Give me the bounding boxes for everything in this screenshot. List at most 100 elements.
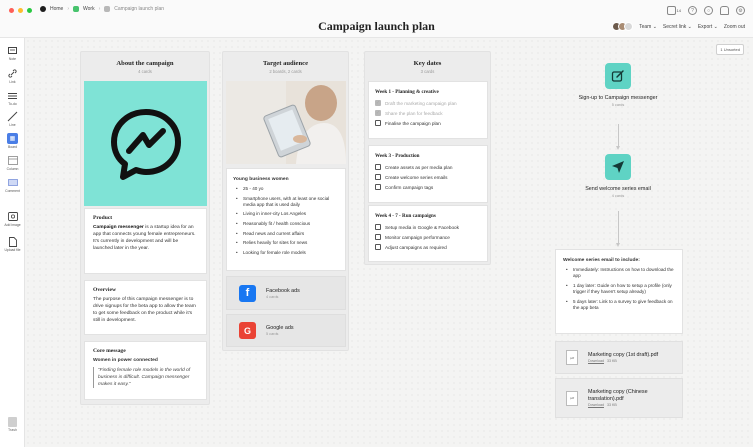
welcome-email-card[interactable]: Welcome series email to include: Immedia…: [555, 249, 683, 334]
tool-line[interactable]: Line: [0, 111, 25, 127]
search-icon[interactable]: ○: [704, 6, 713, 15]
board-count: 5 cards: [266, 332, 279, 336]
checkbox[interactable]: [375, 234, 381, 241]
signup-board[interactable]: [605, 63, 631, 89]
team-avatars[interactable]: [612, 22, 634, 31]
signup-board-label[interactable]: Sign-up to Campaign messenger 5 cards: [575, 95, 661, 108]
secret-link-label: Secret link: [662, 23, 687, 30]
maximize-window-button[interactable]: [27, 8, 32, 13]
product-card[interactable]: Product Campaign messenger is a startup …: [84, 208, 207, 274]
zoom-out-button[interactable]: Zoom out: [724, 24, 745, 30]
secret-link-button[interactable]: Secret link ⌄: [663, 24, 692, 30]
todo-item[interactable]: Monitor campaign performance: [375, 234, 481, 241]
tool-upload-file[interactable]: Upload file: [0, 236, 25, 252]
breadcrumb-current[interactable]: Campaign launch plan: [114, 6, 164, 12]
board-count: 4 cards: [266, 294, 279, 299]
chevron-down-icon: ⌄: [652, 23, 657, 30]
team-button[interactable]: Team ⌄: [639, 24, 657, 30]
board-name: Send welcome series email: [585, 186, 651, 192]
todo-item[interactable]: Finalise the campaign plan: [375, 120, 481, 127]
download-link[interactable]: Download: [588, 359, 604, 363]
list-item: Read news and current affairs: [233, 231, 339, 237]
file-card[interactable]: pdf Marketing copy (Chinese translation)…: [555, 378, 683, 418]
audience-photo[interactable]: [226, 81, 346, 164]
checkbox[interactable]: [375, 174, 381, 181]
checkbox[interactable]: [375, 120, 381, 127]
column-header: Key dates 3 cards: [365, 52, 490, 78]
file-name: Marketing copy (1st draft).pdf: [588, 351, 659, 358]
device-icon: [666, 6, 676, 15]
todo-text: Share the plan for feedback: [385, 110, 443, 116]
list-item: 5 days later: Link to a survey to give f…: [563, 299, 675, 311]
breadcrumb-home[interactable]: Home: [50, 6, 63, 12]
checkbox[interactable]: [375, 244, 381, 251]
upload-icon: [7, 236, 18, 247]
close-window-button[interactable]: [9, 8, 14, 13]
week1-todo-card[interactable]: Week 1 - Planning & creative ✓ Draft the …: [368, 81, 488, 139]
tool-label: To-do: [8, 102, 17, 106]
todo-item[interactable]: Setup media in Google & Facebook: [375, 224, 481, 230]
tool-link[interactable]: Link: [0, 68, 25, 84]
column-header: Target audience 2 boards, 2 cards: [223, 52, 348, 78]
todo-item[interactable]: ✓ Share the plan for feedback: [375, 110, 481, 117]
trash-button[interactable]: Trash: [7, 417, 18, 432]
checkbox[interactable]: [375, 224, 381, 230]
breadcrumb: Home › Work › Campaign launch plan: [40, 6, 164, 12]
checkbox[interactable]: [375, 164, 381, 170]
avatar: [624, 22, 634, 31]
board-icon: ▦: [7, 133, 18, 144]
tool-note[interactable]: Note: [0, 45, 25, 61]
checkbox-checked[interactable]: ✓: [375, 110, 381, 117]
bell-icon[interactable]: [720, 6, 729, 15]
messenger-logo-icon: [110, 108, 181, 180]
tool-board[interactable]: ▦ Board: [0, 133, 25, 149]
todo-item[interactable]: Create assets as per media plan: [375, 164, 481, 170]
tool-comment[interactable]: Comment: [0, 177, 25, 193]
link-icon: [7, 68, 18, 79]
unsorted-button[interactable]: 1 Unsorted: [716, 44, 744, 55]
help-icon[interactable]: ?: [688, 6, 697, 15]
gear-icon[interactable]: ⚙: [736, 6, 745, 15]
overview-card[interactable]: Overview The purpose of this campaign me…: [84, 280, 207, 335]
board-name: Google ads: [266, 325, 294, 331]
column-count: 4 cards: [138, 69, 152, 74]
breadcrumb-work[interactable]: Work: [83, 6, 95, 12]
core-message-card[interactable]: Core message Women in power connected “F…: [84, 341, 207, 400]
breadcrumb-separator: ›: [67, 6, 70, 12]
notifications[interactable]: 14: [666, 6, 681, 15]
week4-7-todo-card[interactable]: Week 4 - 7 - Run campaigns Setup media i…: [368, 205, 488, 262]
facebook-ads-board[interactable]: f Facebook ads 4 cards: [226, 276, 346, 310]
tool-label: Add image: [4, 223, 21, 227]
tool-todo[interactable]: To-do: [0, 90, 25, 106]
todo-item[interactable]: Create welcome series emails: [375, 174, 481, 181]
todo-item[interactable]: Confirm campaign tags: [375, 184, 481, 191]
chevron-down-icon: ⌄: [713, 23, 718, 30]
board-name: Facebook ads: [266, 287, 300, 294]
edit-icon: [611, 70, 624, 82]
list-item: Immediately: Instructions on how to down…: [563, 267, 675, 279]
breadcrumb-separator: ›: [98, 6, 101, 12]
todo-item[interactable]: Adjust campaigns as required: [375, 244, 481, 251]
minimize-window-button[interactable]: [18, 8, 23, 13]
checkbox-checked[interactable]: ✓: [375, 100, 381, 106]
facebook-icon: f: [239, 284, 256, 302]
card-heading: Young business women: [233, 177, 289, 182]
woman-with-tablet-image: [226, 81, 346, 164]
download-link[interactable]: Download: [588, 403, 604, 407]
checkbox[interactable]: [375, 184, 381, 191]
tool-column[interactable]: Column: [0, 155, 25, 171]
file-card[interactable]: pdf Marketing copy (1st draft).pdf Downl…: [555, 341, 683, 374]
export-button[interactable]: Export ⌄: [698, 24, 718, 30]
export-label: Export: [697, 23, 713, 30]
todo-item[interactable]: ✓ Draft the marketing campaign plan: [375, 100, 481, 106]
file-size: 33 KB: [606, 359, 617, 364]
week3-todo-card[interactable]: Week 3 - Production Create assets as per…: [368, 145, 488, 203]
tool-add-image[interactable]: Add image: [0, 211, 25, 227]
welcome-email-board-label[interactable]: Send welcome series email 4 cards: [580, 186, 656, 199]
tool-label: Upload file: [4, 248, 21, 252]
board-count: 4 cards: [611, 193, 625, 198]
messenger-logo-image[interactable]: [84, 81, 207, 206]
welcome-email-board[interactable]: [605, 154, 631, 180]
google-ads-board[interactable]: G Google ads 5 cards: [226, 314, 346, 347]
young-business-women-card[interactable]: Young business women 25 - 40 yo Smartpho…: [226, 168, 346, 271]
